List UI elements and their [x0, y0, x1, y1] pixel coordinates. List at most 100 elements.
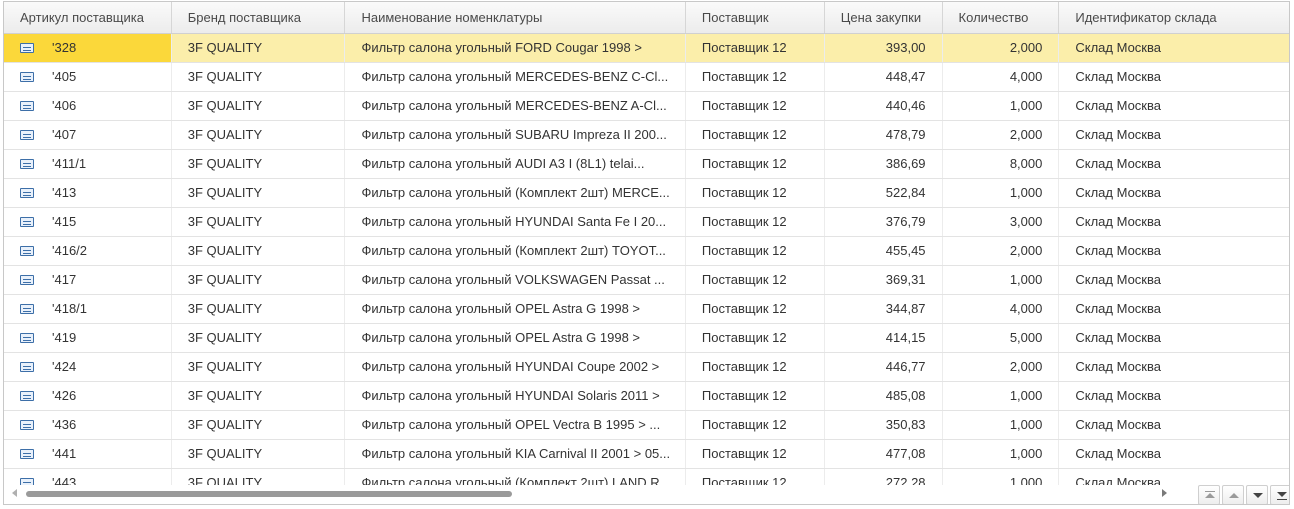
cell-article[interactable]: '416/2 [4, 237, 172, 265]
cell-quantity[interactable]: 1,000 [943, 469, 1060, 485]
cell-price[interactable]: 414,15 [825, 324, 943, 352]
cell-warehouse[interactable]: Склад Москва [1059, 208, 1289, 236]
table-row[interactable]: '405 3F QUALITY Фильтр салона угольный MER… [4, 63, 1289, 92]
cell-article[interactable]: '443 [4, 469, 172, 485]
cell-name[interactable]: Фильтр салона угольный HYUNDAI Solaris 2… [345, 382, 686, 410]
cell-name[interactable]: Фильтр салона угольный OPEL Astra G 1998… [345, 324, 686, 352]
table-row[interactable]: '418/1 3F QUALITY Фильтр салона угольный O… [4, 295, 1289, 324]
column-header-warehouse[interactable]: Идентификатор склада [1059, 2, 1289, 33]
scrollbar-track[interactable] [26, 491, 1156, 497]
table-row[interactable]: '436 3F QUALITY Фильтр салона угольный OPE… [4, 411, 1289, 440]
cell-supplier[interactable]: Поставщик 12 [686, 121, 825, 149]
table-row[interactable]: '413 3F QUALITY Фильтр салона угольный (Ко… [4, 179, 1289, 208]
go-to-first-button[interactable] [1198, 485, 1220, 504]
cell-warehouse[interactable]: Склад Москва [1059, 237, 1289, 265]
column-header-quantity[interactable]: Количество [943, 2, 1060, 33]
cell-article[interactable]: '417 [4, 266, 172, 294]
cell-supplier[interactable]: Поставщик 12 [686, 266, 825, 294]
cell-warehouse[interactable]: Склад Москва [1059, 266, 1289, 294]
cell-price[interactable]: 477,08 [825, 440, 943, 468]
cell-name[interactable]: Фильтр салона угольный AUDI A3 I (8L1) t… [345, 150, 686, 178]
scroll-down-button[interactable] [1246, 485, 1268, 504]
table-row[interactable]: '424 3F QUALITY Фильтр салона угольный HYU… [4, 353, 1289, 382]
cell-warehouse[interactable]: Склад Москва [1059, 295, 1289, 323]
cell-price[interactable]: 478,79 [825, 121, 943, 149]
cell-article[interactable]: '436 [4, 411, 172, 439]
cell-warehouse[interactable]: Склад Москва [1059, 324, 1289, 352]
cell-name[interactable]: Фильтр салона угольный SUBARU Impreza II… [345, 121, 686, 149]
cell-name[interactable]: Фильтр салона угольный HYUNDAI Santa Fe … [345, 208, 686, 236]
cell-quantity[interactable]: 2,000 [943, 353, 1060, 381]
cell-brand[interactable]: 3F QUALITY [172, 63, 346, 91]
cell-name[interactable]: Фильтр салона угольный (Комплект 2шт) LA… [345, 469, 686, 485]
cell-brand[interactable]: 3F QUALITY [172, 121, 346, 149]
cell-name[interactable]: Фильтр салона угольный HYUNDAI Coupe 200… [345, 353, 686, 381]
table-row[interactable]: '406 3F QUALITY Фильтр салона угольный MER… [4, 92, 1289, 121]
scroll-right-arrow-icon[interactable] [1162, 489, 1167, 497]
cell-name[interactable]: Фильтр салона угольный VOLKSWAGEN Passat… [345, 266, 686, 294]
table-row[interactable]: '328 3F QUALITY Фильтр салона угольный FOR… [4, 34, 1289, 63]
cell-name[interactable]: Фильтр салона угольный MERCEDES-BENZ A-C… [345, 92, 686, 120]
table-row[interactable]: '411/1 3F QUALITY Фильтр салона угольный A… [4, 150, 1289, 179]
cell-supplier[interactable]: Поставщик 12 [686, 353, 825, 381]
cell-quantity[interactable]: 2,000 [943, 121, 1060, 149]
cell-warehouse[interactable]: Склад Москва [1059, 150, 1289, 178]
cell-article[interactable]: '413 [4, 179, 172, 207]
cell-supplier[interactable]: Поставщик 12 [686, 382, 825, 410]
cell-quantity[interactable]: 1,000 [943, 179, 1060, 207]
cell-quantity[interactable]: 1,000 [943, 411, 1060, 439]
column-header-price[interactable]: Цена закупки [825, 2, 943, 33]
cell-price[interactable]: 446,77 [825, 353, 943, 381]
table-row[interactable]: '443 3F QUALITY Фильтр салона угольный (Ко… [4, 469, 1289, 485]
table-row[interactable]: '407 3F QUALITY Фильтр салона угольный SUB… [4, 121, 1289, 150]
cell-warehouse[interactable]: Склад Москва [1059, 179, 1289, 207]
cell-brand[interactable]: 3F QUALITY [172, 324, 346, 352]
cell-article[interactable]: '328 [4, 34, 172, 62]
cell-brand[interactable]: 3F QUALITY [172, 353, 346, 381]
cell-supplier[interactable]: Поставщик 12 [686, 63, 825, 91]
cell-supplier[interactable]: Поставщик 12 [686, 411, 825, 439]
cell-brand[interactable]: 3F QUALITY [172, 440, 346, 468]
cell-warehouse[interactable]: Склад Москва [1059, 34, 1289, 62]
cell-price[interactable]: 376,79 [825, 208, 943, 236]
cell-price[interactable]: 393,00 [825, 34, 943, 62]
go-to-last-button[interactable] [1270, 485, 1289, 504]
cell-supplier[interactable]: Поставщик 12 [686, 34, 825, 62]
cell-warehouse[interactable]: Склад Москва [1059, 121, 1289, 149]
cell-quantity[interactable]: 3,000 [943, 208, 1060, 236]
cell-supplier[interactable]: Поставщик 12 [686, 208, 825, 236]
table-row[interactable]: '426 3F QUALITY Фильтр салона угольный HYU… [4, 382, 1289, 411]
cell-article[interactable]: '418/1 [4, 295, 172, 323]
cell-article[interactable]: '406 [4, 92, 172, 120]
cell-article[interactable]: '405 [4, 63, 172, 91]
cell-brand[interactable]: 3F QUALITY [172, 266, 346, 294]
table-row[interactable]: '441 3F QUALITY Фильтр салона угольный KIA… [4, 440, 1289, 469]
cell-supplier[interactable]: Поставщик 12 [686, 324, 825, 352]
cell-name[interactable]: Фильтр салона угольный (Комплект 2шт) TO… [345, 237, 686, 265]
cell-brand[interactable]: 3F QUALITY [172, 237, 346, 265]
cell-quantity[interactable]: 1,000 [943, 382, 1060, 410]
cell-supplier[interactable]: Поставщик 12 [686, 150, 825, 178]
cell-brand[interactable]: 3F QUALITY [172, 150, 346, 178]
cell-warehouse[interactable]: Склад Москва [1059, 92, 1289, 120]
cell-quantity[interactable]: 1,000 [943, 266, 1060, 294]
cell-quantity[interactable]: 2,000 [943, 34, 1060, 62]
cell-brand[interactable]: 3F QUALITY [172, 382, 346, 410]
cell-name[interactable]: Фильтр салона угольный (Комплект 2шт) ME… [345, 179, 686, 207]
cell-name[interactable]: Фильтр салона угольный OPEL Astra G 1998… [345, 295, 686, 323]
cell-name[interactable]: Фильтр салона угольный OPEL Vectra B 199… [345, 411, 686, 439]
cell-price[interactable]: 350,83 [825, 411, 943, 439]
cell-article[interactable]: '441 [4, 440, 172, 468]
cell-article[interactable]: '411/1 [4, 150, 172, 178]
cell-price[interactable]: 272,28 [825, 469, 943, 485]
cell-name[interactable]: Фильтр салона угольный FORD Cougar 1998 … [345, 34, 686, 62]
scroll-up-button[interactable] [1222, 485, 1244, 504]
cell-supplier[interactable]: Поставщик 12 [686, 179, 825, 207]
cell-article[interactable]: '415 [4, 208, 172, 236]
cell-brand[interactable]: 3F QUALITY [172, 469, 346, 485]
cell-warehouse[interactable]: Склад Москва [1059, 440, 1289, 468]
cell-brand[interactable]: 3F QUALITY [172, 295, 346, 323]
cell-article[interactable]: '424 [4, 353, 172, 381]
table-row[interactable]: '416/2 3F QUALITY Фильтр салона угольный (… [4, 237, 1289, 266]
cell-warehouse[interactable]: Склад Москва [1059, 382, 1289, 410]
